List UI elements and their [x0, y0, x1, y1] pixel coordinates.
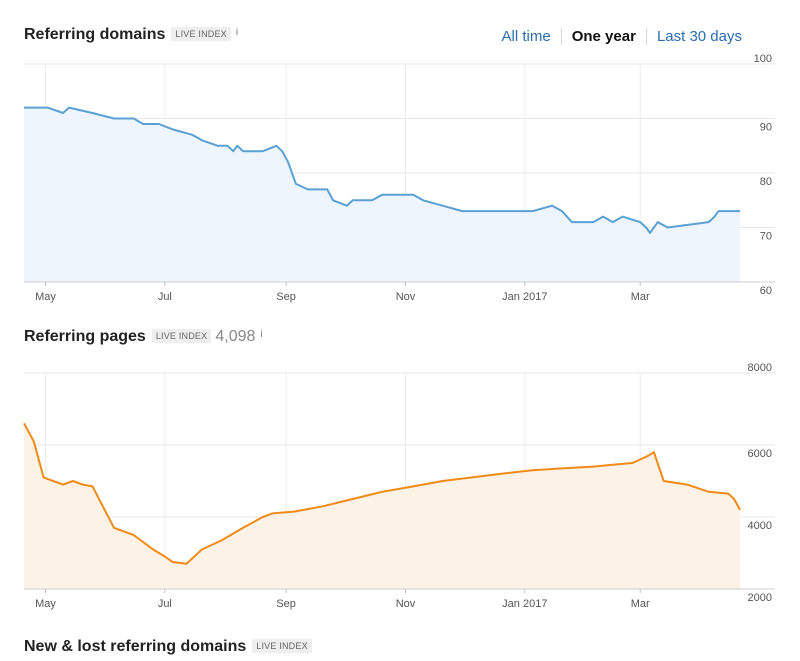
live-index-badge: LIVE INDEX: [252, 639, 312, 653]
domains-x-tick-label: Jul: [158, 291, 172, 303]
pages-x-tick-label: Jul: [158, 598, 172, 610]
new-lost-referring-domains-title: New & lost referring domains LIVE INDEX: [24, 638, 312, 656]
pages-y-tick-label: 2000: [748, 592, 772, 604]
pages-area-fill: [24, 423, 740, 589]
referring-pages-label: Referring pages: [24, 328, 146, 345]
referring-pages-title: Referring pages LIVE INDEX 4,098 i: [24, 328, 263, 346]
pages-y-tick-label: 8000: [748, 362, 772, 374]
domains-y-tick-label: 60: [760, 285, 772, 297]
pages-x-tick-label: Sep: [276, 598, 296, 610]
domains-y-tick-label: 70: [760, 231, 772, 243]
domains-x-tick-label: May: [35, 291, 56, 303]
domains-x-tick-label: Sep: [276, 291, 296, 303]
referring-pages-count: 4,098: [215, 328, 256, 345]
domains-x-tick-label: Jan 2017: [502, 291, 547, 303]
pages-y-tick-label: 4000: [748, 520, 772, 532]
pages-x-tick-label: Jan 2017: [502, 598, 547, 610]
info-icon[interactable]: i: [260, 329, 262, 340]
domains-y-tick-label: 90: [760, 122, 772, 134]
domains-x-tick-label: Nov: [396, 291, 416, 303]
domains-y-tick-label: 80: [760, 176, 772, 188]
domains-y-tick-label: 100: [754, 53, 772, 65]
pages-x-tick-label: Mar: [631, 598, 650, 610]
pages-y-tick-label: 6000: [748, 448, 772, 460]
new-lost-referring-domains-label: New & lost referring domains: [24, 638, 247, 655]
domains-x-tick-label: Mar: [631, 291, 650, 303]
pages-x-tick-label: Nov: [396, 598, 416, 610]
pages-x-tick-label: May: [35, 598, 56, 610]
live-index-badge: LIVE INDEX: [151, 329, 212, 343]
